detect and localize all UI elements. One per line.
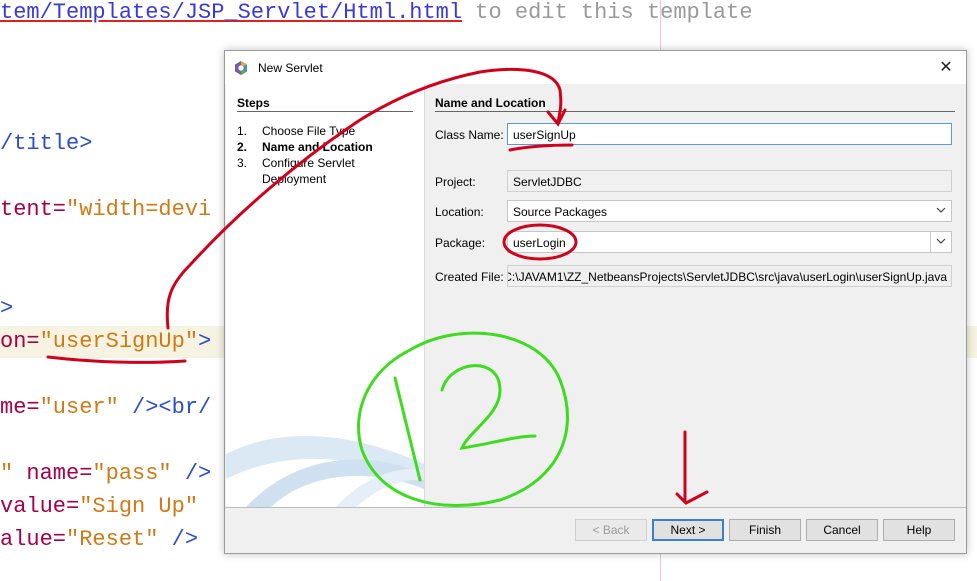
code-line: on="userSignUp"> [0,329,211,355]
code-token: "Sign Up" [79,494,199,519]
dialog-titlebar: New Servlet ✕ [225,51,966,84]
back-button[interactable]: < Back [575,519,647,541]
class-name-field[interactable]: userSignUp [507,123,952,145]
help-button[interactable]: Help [883,519,955,541]
step-configure-servlet: 3. Configure Servlet [237,156,355,170]
new-servlet-dialog: New Servlet ✕ Steps 1. Choose File Type 2… [224,50,967,554]
footer-divider [225,507,966,508]
code-token: value= [0,494,80,519]
code-line: tem/Templates/JSP_Servlet/Html.html to e… [0,0,753,26]
chevron-down-icon[interactable] [930,232,951,252]
close-button[interactable]: ✕ [936,58,956,78]
code-token: /title> [0,131,93,156]
code-token: "userSignUp" [39,329,199,354]
code-token: "user" [39,395,119,420]
class-name-label: Class Name: [435,128,504,142]
created-file-label: Created File: [435,270,504,284]
package-combo[interactable]: userLogin [507,231,952,253]
code-token: "width=devi [66,197,212,222]
steps-heading: Steps [237,96,270,110]
code-token: name= [13,461,93,486]
code-token: /><br/ [118,395,212,420]
project-field: ServletJDBC [507,170,952,192]
dialog-title: New Servlet [258,61,323,75]
code-line: tent="width=devi [0,197,211,223]
step-label: Name and Location [262,140,373,154]
next-button[interactable]: Next > [652,519,724,541]
code-token: /> [171,461,212,486]
code-token: on= [0,329,40,354]
code-token: "Reset" [66,527,159,552]
code-line: " name="pass" /> [0,461,211,487]
package-label: Package: [435,236,486,250]
code-token: me= [0,395,40,420]
finish-button[interactable]: Finish [729,519,801,541]
package-value: userLogin [513,236,566,250]
step-number: 3. [237,156,248,170]
step-choose-file-type: 1. Choose File Type [237,124,355,138]
code-line: /title> [0,131,92,157]
location-label: Location: [435,205,484,219]
code-line: me="user" /><br/ [0,395,211,421]
class-name-value: userSignUp [513,128,576,142]
cancel-button[interactable]: Cancel [806,519,878,541]
code-line: value="Sign Up" [0,494,198,520]
step-label: Configure Servlet [262,156,355,170]
steps-divider [237,111,413,112]
code-line: alue="Reset" /> [0,527,198,553]
code-token: /> [158,527,199,552]
code-token: to edit this template [462,0,753,25]
step-name-and-location: 2. Name and Location [237,140,373,154]
code-token: tem/Templates/JSP_Servlet/Html.html [0,0,463,25]
section-title: Name and Location [435,96,546,110]
chevron-down-icon[interactable] [931,201,951,221]
created-file-value: C:\JAVAM1\ZZ_NetbeansProjects\ServletJDB… [507,270,947,284]
steps-panel: Steps 1. Choose File Type 2. Name and Loca… [226,84,425,507]
project-value: ServletJDBC [513,175,582,189]
section-divider [435,111,955,112]
step-number: 2. [237,140,248,154]
code-line: > [0,296,13,322]
code-token: > [0,296,14,321]
code-token: tent= [0,197,67,222]
project-label: Project: [435,175,476,189]
code-token: alue= [0,527,67,552]
step-number: 1. [237,124,248,138]
step-label: Choose File Type [262,124,356,138]
location-dropdown[interactable]: Source Packages [507,200,952,222]
netbeans-app-icon [235,61,247,75]
code-token: > [198,329,212,354]
created-file-field: C:\JAVAM1\ZZ_NetbeansProjects\ServletJDB… [507,265,952,287]
code-token: " [0,461,14,486]
code-token: "pass" [92,461,172,486]
location-value: Source Packages [513,205,608,219]
netbeans-swoosh-decoration [226,435,424,507]
step-continuation: Deployment [262,172,327,186]
